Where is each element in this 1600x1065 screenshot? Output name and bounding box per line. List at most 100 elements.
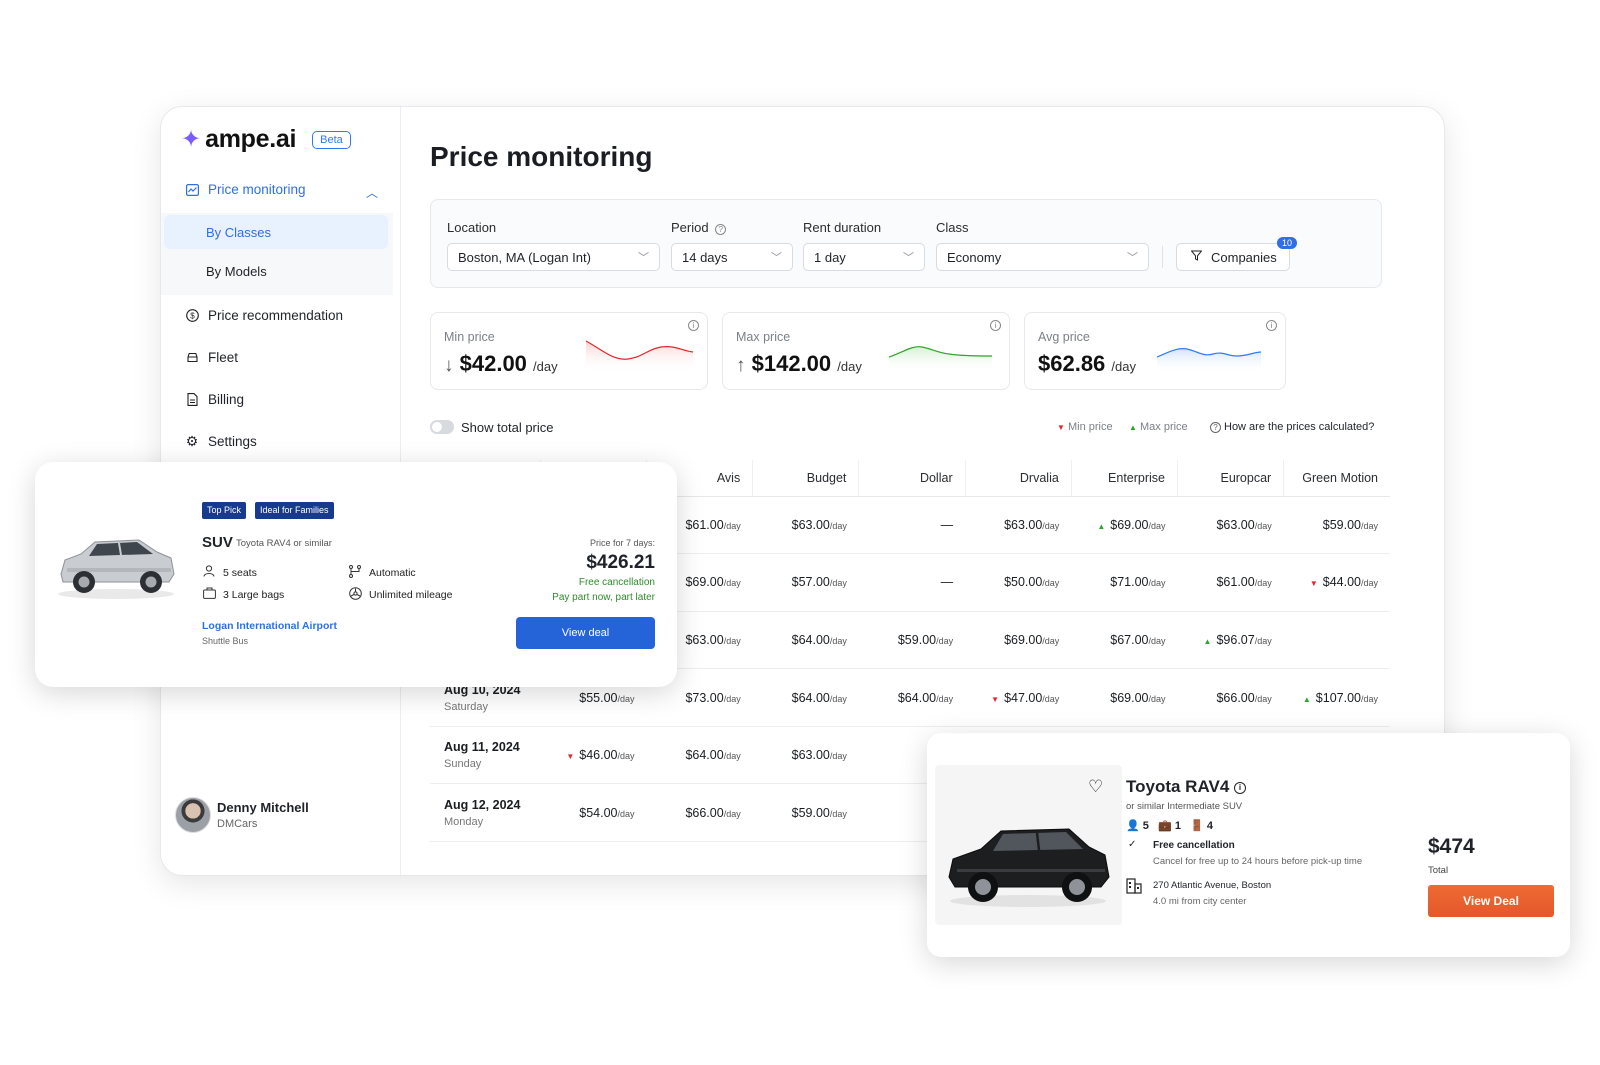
- price-cell[interactable]: ▲ $69.00/day: [1071, 496, 1178, 555]
- period-select[interactable]: 14 days ﹀: [671, 243, 793, 271]
- price-cell[interactable]: $66.00/day: [1177, 668, 1284, 727]
- heart-icon[interactable]: ♡: [1088, 777, 1103, 797]
- shuttle-info: Shuttle Bus: [202, 636, 249, 646]
- subnav-item-by-classes[interactable]: By Classes: [206, 225, 271, 240]
- price-unit: /day: [1042, 578, 1060, 589]
- price-cell[interactable]: $63.00/day: [1177, 496, 1284, 555]
- price-cell[interactable]: $59.00/day: [1283, 496, 1390, 555]
- price-cell[interactable]: —: [858, 553, 966, 612]
- subnav-item-by-models[interactable]: By Models: [206, 264, 267, 279]
- total-price: $474: [1428, 835, 1475, 858]
- logo[interactable]: ✦ ampe.ai Beta: [181, 125, 351, 154]
- price-cell[interactable]: $66.00/day: [646, 783, 753, 843]
- price-cell[interactable]: $50.00/day: [965, 553, 1072, 612]
- price-value: $63.00: [685, 632, 724, 647]
- price-cell[interactable]: $69.00/day: [1071, 668, 1178, 727]
- user-profile[interactable]: Denny Mitchell DMCars: [175, 797, 309, 833]
- price-cell[interactable]: $64.00/day: [858, 668, 966, 727]
- price-cell[interactable]: $59.00/day: [858, 611, 966, 670]
- location-select[interactable]: Boston, MA (Logan Int) ﹀: [447, 243, 660, 271]
- price-cell[interactable]: ▼ $47.00/day: [965, 668, 1072, 727]
- price-cell[interactable]: [1283, 611, 1390, 670]
- price-unit: /day: [1042, 693, 1060, 704]
- price-unit: /day: [723, 693, 741, 704]
- sidebar-item-price-recommendation[interactable]: $ Price recommendation: [185, 308, 343, 323]
- unit: /day: [837, 359, 862, 374]
- price-cell[interactable]: ▲ $107.00/day: [1283, 668, 1390, 727]
- price-value: $69.00: [1004, 632, 1043, 647]
- price-cell[interactable]: $59.00/day: [752, 783, 859, 843]
- view-deal-button[interactable]: View Deal: [1428, 885, 1554, 917]
- price-value: $107.00: [1315, 690, 1361, 705]
- sidebar-item-fleet[interactable]: Fleet: [185, 350, 238, 365]
- date-cell: Aug 12, 2024 Monday: [430, 783, 541, 843]
- chevron-down-icon: ﹀: [1127, 252, 1138, 264]
- price-cell[interactable]: $64.00/day: [646, 726, 753, 785]
- person-icon: 👤: [1126, 820, 1140, 832]
- price-value: $63.00: [1004, 517, 1043, 532]
- sidebar-item-billing[interactable]: Billing: [185, 392, 244, 407]
- price-cell[interactable]: ▼ $44.00/day: [1283, 553, 1390, 612]
- duration-select[interactable]: 1 day ﹀: [803, 243, 925, 271]
- free-cancellation: Free cancellation: [1153, 840, 1235, 851]
- help-icon[interactable]: ?: [715, 224, 727, 235]
- price-cell[interactable]: $63.00/day: [752, 496, 859, 555]
- companies-button[interactable]: Companies: [1176, 243, 1290, 271]
- legend-min-label: Min price: [1067, 421, 1113, 433]
- help-link[interactable]: ? How are the prices calculated?: [1210, 421, 1374, 433]
- duration-label: Rent duration: [803, 220, 882, 235]
- price-cell[interactable]: ▼ $46.00/day: [540, 726, 647, 785]
- price-unit: /day: [829, 520, 847, 531]
- class-select[interactable]: Economy ﹀: [936, 243, 1149, 271]
- column-header[interactable]: Budget: [752, 460, 859, 497]
- info-icon[interactable]: i: [688, 320, 699, 331]
- price-unit: /day: [723, 635, 741, 646]
- price-unit: /day: [723, 808, 741, 819]
- price-cell[interactable]: $69.00/day: [965, 611, 1072, 670]
- column-header[interactable]: Green Motion: [1283, 460, 1390, 497]
- price-value: $67.00: [1110, 632, 1149, 647]
- column-header[interactable]: Drvalia: [964, 460, 1072, 497]
- max-price-value: $142.00: [751, 351, 832, 376]
- chevron-up-icon[interactable]: ︿: [366, 184, 378, 201]
- column-header[interactable]: Dollar: [858, 460, 966, 497]
- price-cell[interactable]: $67.00/day: [1071, 611, 1178, 670]
- show-total-toggle[interactable]: [430, 420, 454, 434]
- price-cell[interactable]: $71.00/day: [1071, 553, 1178, 612]
- total-label: Total: [1428, 865, 1449, 876]
- document-icon: [185, 393, 199, 407]
- price-cell[interactable]: ▲ $96.07/day: [1177, 611, 1284, 670]
- rav4-deal-card: ♡ Toyota RAV4 i or similar Intermediate …: [927, 733, 1570, 957]
- info-icon[interactable]: i: [1234, 782, 1247, 794]
- info-icon[interactable]: i: [990, 320, 1001, 331]
- price-cell[interactable]: $54.00/day: [540, 783, 647, 843]
- chevron-down-icon: ﹀: [638, 252, 649, 264]
- price-value: $57.00: [791, 575, 830, 590]
- price-label: Price for 7 days:: [589, 538, 655, 548]
- price-cell[interactable]: $63.00/day: [752, 726, 859, 785]
- period-label-text: Period: [671, 220, 709, 235]
- stat-label: Max price: [736, 330, 791, 344]
- price-value: $73.00: [685, 690, 724, 705]
- feature-transmission: Automatic: [348, 565, 416, 581]
- page-title: Price monitoring: [430, 141, 653, 172]
- sidebar-item-settings[interactable]: ⚙ Settings: [185, 433, 257, 449]
- sidebar-item-price-monitoring[interactable]: Price monitoring: [185, 182, 306, 197]
- price-cell[interactable]: $64.00/day: [752, 668, 859, 727]
- column-header[interactable]: Enterprise: [1070, 460, 1178, 497]
- price-cell[interactable]: $63.00/day: [965, 496, 1072, 555]
- price-cell[interactable]: $57.00/day: [752, 553, 859, 612]
- info-icon[interactable]: i: [1266, 320, 1277, 331]
- price-value: $64.00: [791, 690, 830, 705]
- pickup-location-link[interactable]: Logan International Airport: [202, 620, 337, 632]
- avg-price-sparkline: [1156, 348, 1262, 373]
- price-cell[interactable]: —: [858, 496, 966, 555]
- price-value: $47.00: [1004, 690, 1043, 705]
- column-header[interactable]: Europcar: [1177, 460, 1284, 497]
- price-cell[interactable]: $61.00/day: [1177, 553, 1284, 612]
- total-price: $426.21: [586, 552, 655, 573]
- car-specs: 👤 5 💼 1 🚪 4: [1126, 819, 1213, 832]
- price-cell[interactable]: $64.00/day: [752, 611, 859, 670]
- view-deal-button[interactable]: View deal: [516, 617, 655, 649]
- price-value: —: [940, 517, 954, 532]
